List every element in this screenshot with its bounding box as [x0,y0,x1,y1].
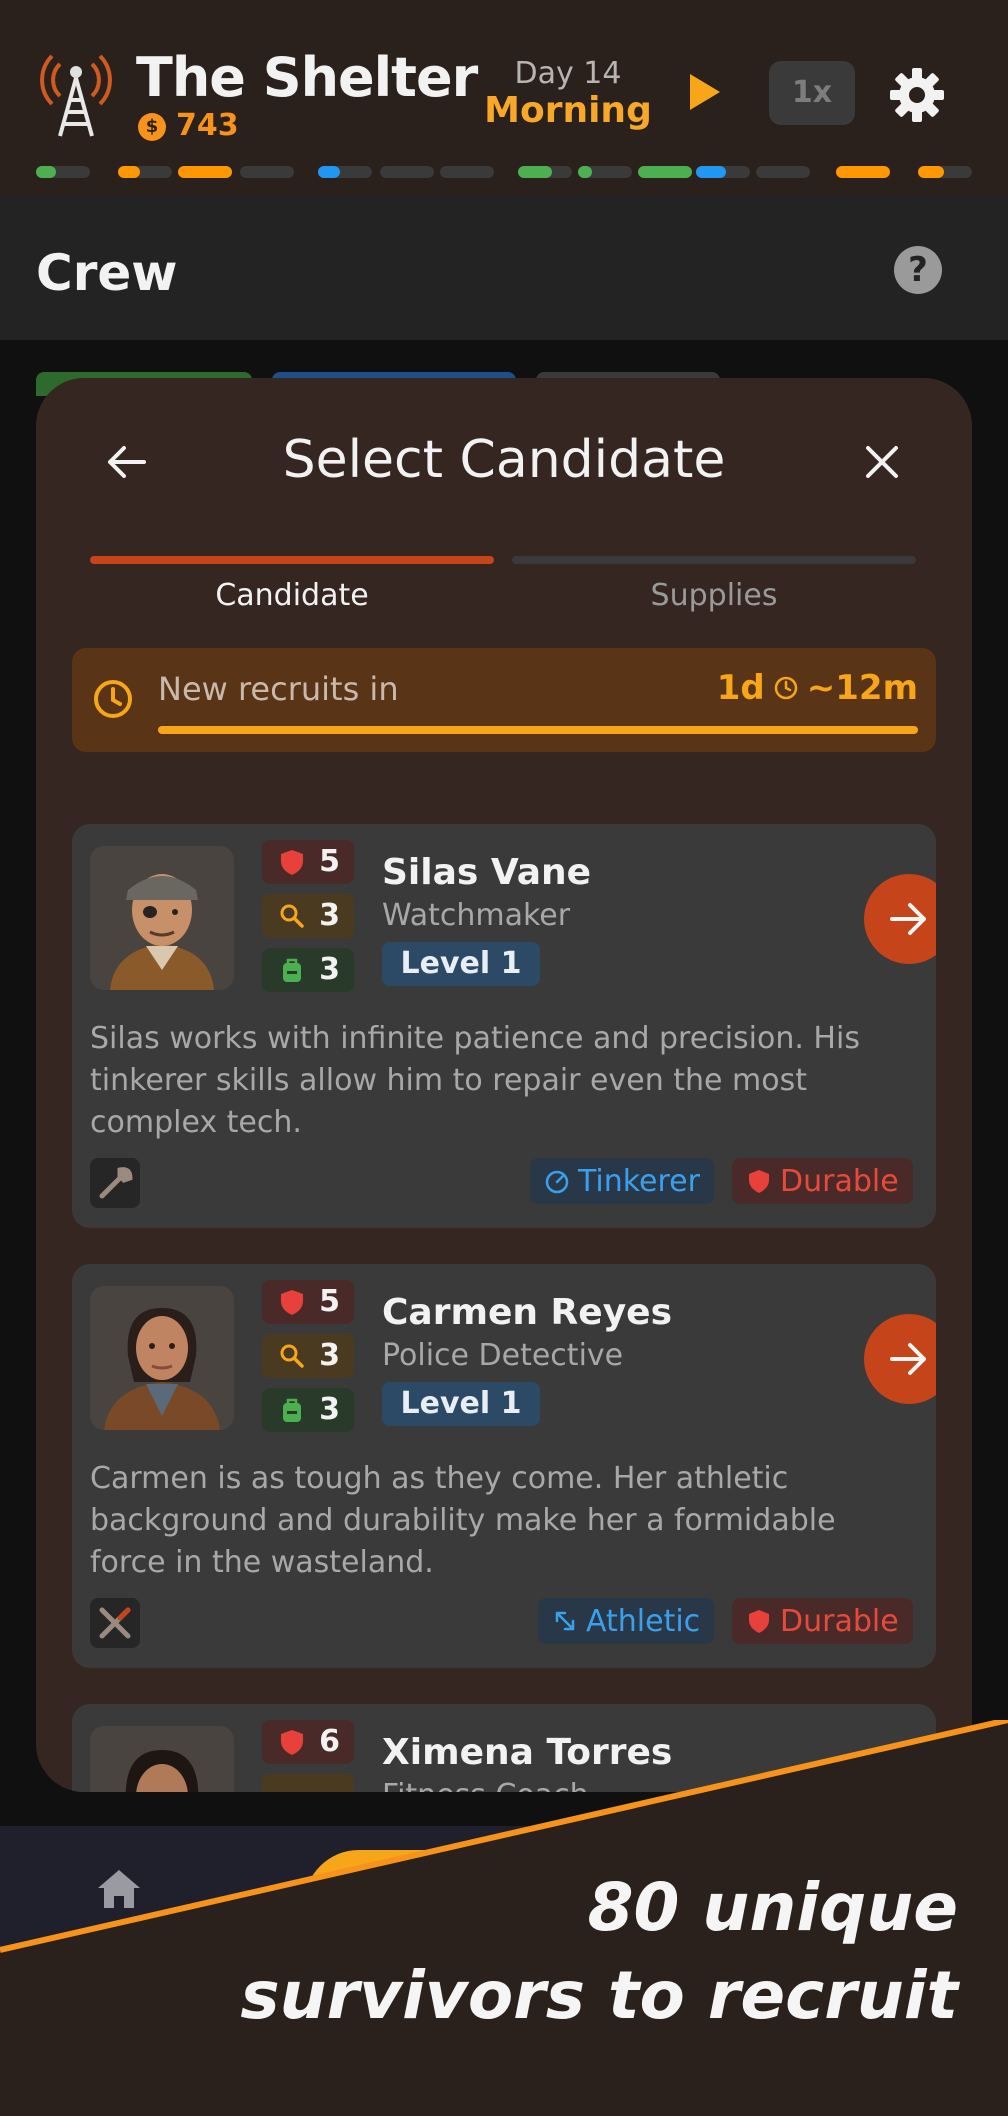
app-title: The Shelter [136,46,478,109]
timeline-segment [638,166,692,178]
select-candidate-modal: Select Candidate Candidate Supplies New … [36,378,972,1792]
timeline-segment [440,166,494,178]
timeline-segment [318,166,340,178]
trait-label: Durable [780,1603,899,1639]
select-candidate-button[interactable] [864,874,936,964]
timeline-segment [380,166,434,178]
stat-value: 3 [319,1392,340,1427]
candidate-description: Carmen is as tough as they come. Her ath… [90,1461,836,1580]
timeline-segment [918,166,944,178]
wrench-icon [90,1158,140,1208]
trait-badge: Durable [732,1598,913,1644]
top-bar: The Shelter $ 743 Day 14 Morning 1x [0,0,1008,196]
candidate-description: Silas works with infinite patience and p… [90,1021,860,1140]
crossed-tools-icon [90,1598,140,1648]
expand-arrow-icon [555,1611,575,1631]
timeline-segment [578,166,592,178]
coin-icon: $ [138,113,166,141]
clock-icon [774,676,798,700]
stat-defense: 5 [262,1280,354,1324]
select-candidate-button[interactable] [864,1314,936,1404]
trait-label: Durable [780,1163,899,1199]
timeline-segment [696,166,726,178]
backpack-icon [283,1398,301,1422]
shield-icon [281,1290,303,1315]
timeline-segment [36,166,56,178]
trait-badge: Athletic [538,1598,715,1644]
timer-days: 1d [716,668,765,708]
candidate-portrait [90,846,234,990]
step-progress-supplies [512,556,916,564]
magnifier-icon [280,1344,304,1368]
modal-title: Select Candidate [282,430,726,490]
candidate-name: Silas Vane [382,852,592,893]
level-badge: Level 1 [382,942,540,986]
app-screen: The Shelter $ 743 Day 14 Morning 1x Crew… [0,0,1008,2116]
shield-icon [281,850,303,875]
gear-icon[interactable] [890,68,944,122]
stat-value: 3 [319,1338,340,1373]
timeline-segment [118,166,140,178]
stat-search: 3 [262,1334,354,1378]
stat-search: 3 [262,894,354,938]
arrow-right-icon [890,903,926,935]
stat-value: 3 [319,898,340,933]
clock-icon [94,680,132,718]
trait-badge: Durable [732,1158,913,1204]
promo-text: 80 unique survivors to recruit [240,1864,958,2040]
timer-minutes: ~12m [806,668,918,708]
step-progress-candidate [90,556,494,564]
candidate-occupation: Watchmaker [382,898,571,933]
tab-supplies[interactable]: Supplies [512,578,916,613]
candidate-portrait [90,1286,234,1430]
stat-value: 5 [319,844,340,879]
stat-value: 5 [319,1284,340,1319]
stat-carry: 3 [262,948,354,992]
trait-label: Tinkerer [578,1163,700,1199]
play-icon[interactable] [690,74,720,110]
tab-candidate[interactable]: Candidate [90,578,494,613]
stat-value: 3 [319,952,340,987]
timeline-segment [240,166,294,178]
timeline-segment [836,166,890,178]
level-badge: Level 1 [382,1382,540,1426]
radio-tower-icon [40,54,112,137]
timeline-segment [518,166,552,178]
recruit-timer: New recruits in 1d ~12m [72,648,936,752]
timeline-segment [178,166,232,178]
stat-carry: 3 [262,1388,354,1432]
candidate-card[interactable]: 5 3 3 Carmen Reyes Police Detective Leve… [72,1264,936,1668]
candidate-card[interactable]: 5 3 3 Silas Vane Watchmaker Level 1 Sila… [72,824,936,1228]
stat-defense: 5 [262,840,354,884]
timeline-segment [756,166,810,178]
day-counter: Day 14 [514,56,622,91]
backpack-icon [283,958,301,982]
close-icon[interactable] [860,440,904,484]
speed-button[interactable]: 1x [769,61,855,125]
time-of-day: Morning [484,90,652,131]
shield-icon [749,1610,769,1633]
timer-progress-bar [158,726,918,734]
trait-badge: Tinkerer [530,1158,714,1204]
promo-line: 80 unique [587,1869,958,1946]
help-button[interactable]: ? [894,246,942,294]
timer-value: 1d ~12m [717,668,918,708]
magnifier-icon [280,904,304,928]
gauge-icon [545,1170,569,1194]
arrow-right-icon [890,1343,926,1375]
money-amount: 743 [176,108,239,143]
shield-icon [749,1170,769,1193]
page-title: Crew [36,244,178,302]
trait-label: Athletic [586,1603,701,1639]
timer-label: New recruits in [158,670,399,708]
candidate-occupation: Police Detective [382,1338,624,1373]
promo-line: survivors to recruit [240,1957,958,2034]
candidate-name: Carmen Reyes [382,1292,673,1333]
